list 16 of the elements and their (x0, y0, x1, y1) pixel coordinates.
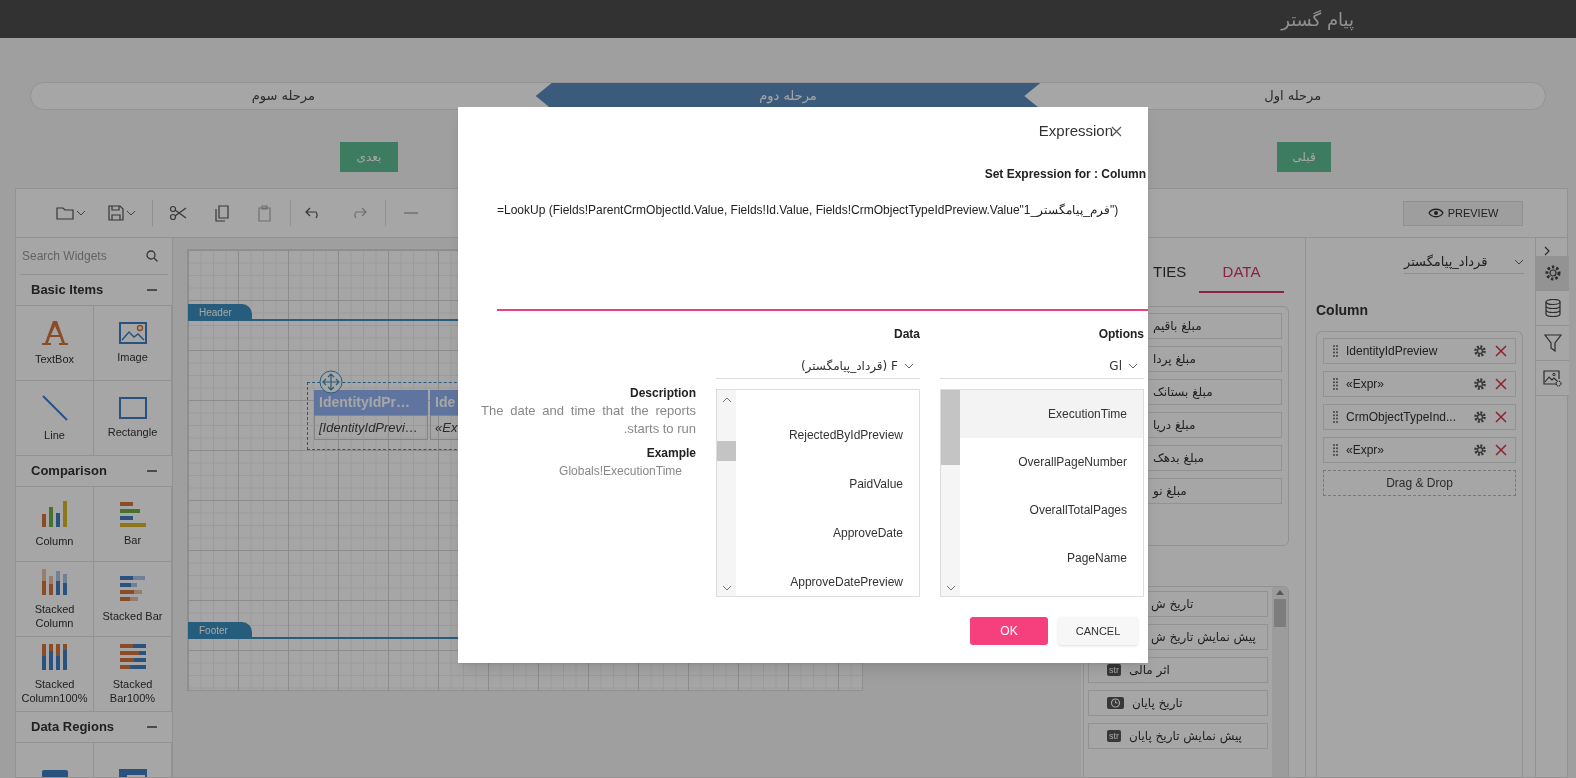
example-title: Example (646, 445, 696, 462)
group-title: Basic Items (31, 281, 104, 300)
table-cell: [IdentityIdPrevi… (314, 415, 428, 440)
description-title: Description (630, 385, 696, 402)
panel-title: Column (1316, 301, 1370, 320)
description-text: The date and time that the reports starts to run. (481, 402, 696, 438)
column-heading: Data (894, 326, 920, 343)
table-header-cell: IdentityIdPr… (314, 390, 428, 415)
dialog-subtitle: Set Expression for : Column (984, 166, 1146, 183)
type-badge: str (1107, 664, 1121, 676)
dialog-title: Expression (1038, 120, 1113, 141)
example-text: Globals!ExecutionTime (559, 463, 682, 480)
app-title: پیام گستر (1281, 7, 1354, 33)
group-title: Data Regions (31, 718, 115, 737)
group-title: Comparison (31, 462, 107, 481)
type-badge: str (1107, 730, 1121, 742)
